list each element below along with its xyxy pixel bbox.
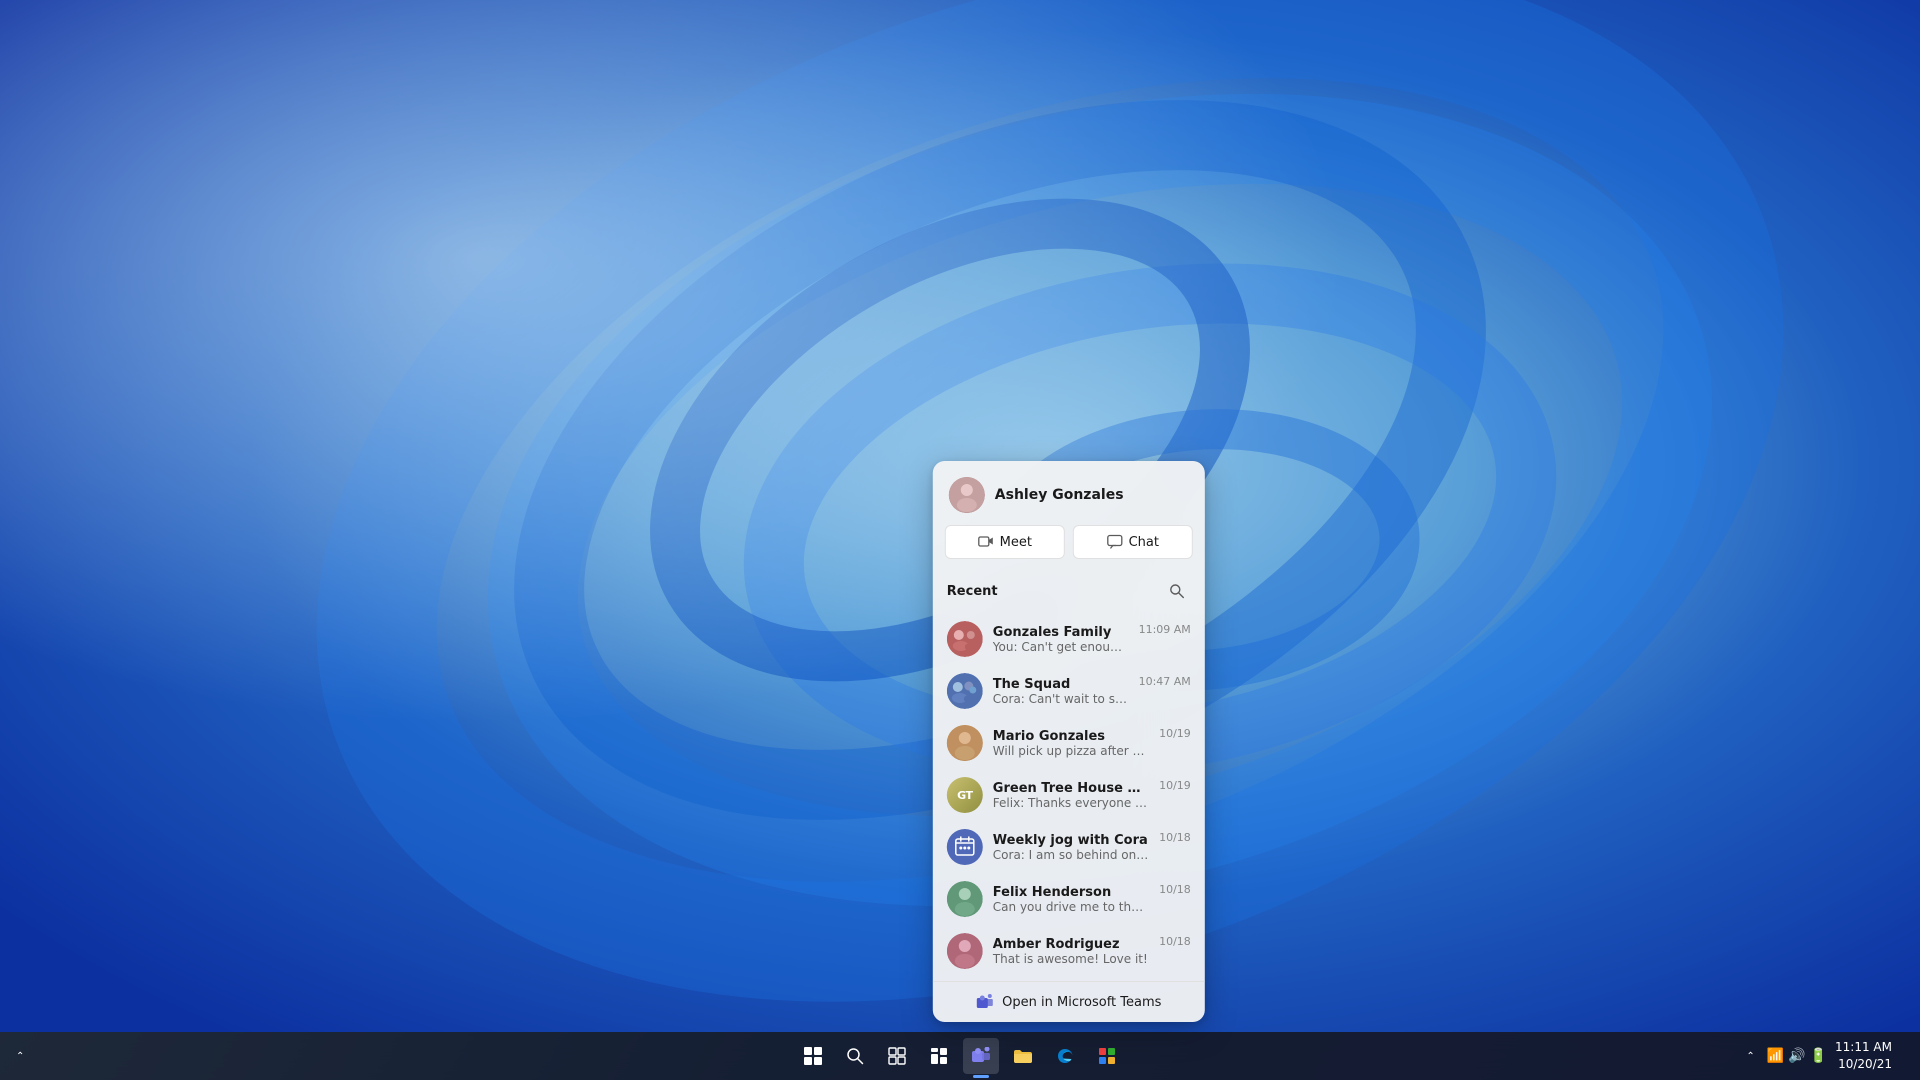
store-button[interactable] [1089,1038,1125,1074]
popup-header: Ashley Gonzales [933,461,1205,525]
chat-info: Weekly jog with Cora Cora: I am so behin… [993,833,1149,862]
chat-info: Mario Gonzales Will pick up pizza after … [993,729,1149,758]
chat-name: Weekly jog with Cora [993,833,1149,848]
chat-time: 10/18 [1159,935,1191,948]
avatar [947,725,983,761]
chat-info: Green Tree House PTA Felix: Thanks every… [993,781,1149,810]
taskbar-right: ⌃ 📶 🔊 🔋 11:11 AM 10/20/21 [1742,1039,1908,1073]
search-button[interactable] [1163,577,1191,605]
chat-name: Gonzales Family [993,625,1129,640]
popup-actions: Meet Chat [933,525,1205,573]
chat-time: 10/18 [1159,831,1191,844]
chat-icon [1107,534,1123,550]
task-view-icon [888,1047,906,1065]
chat-name: Felix Henderson [993,885,1149,900]
widgets-icon [930,1047,948,1065]
chat-time: 10/18 [1159,883,1191,896]
chat-preview: That is awesome! Love it! [993,952,1149,966]
username: Ashley Gonzales [995,487,1124,503]
avatar [949,477,985,513]
file-explorer-button[interactable] [1005,1038,1041,1074]
teams-icon [976,994,994,1010]
chat-name: Amber Rodriguez [993,937,1149,952]
avatar [947,829,983,865]
taskbar-left: ⌃ [12,1047,28,1066]
chat-popup: Ashley Gonzales Meet Chat Recent [933,461,1205,1022]
teams-chat-button[interactable] [963,1038,999,1074]
list-item[interactable]: Weekly jog with Cora Cora: I am so behin… [937,821,1201,873]
chat-name: Green Tree House PTA [993,781,1149,796]
meet-label: Meet [1000,535,1032,550]
recent-header: Recent [933,573,1205,613]
clock[interactable]: 11:11 AM 10/20/21 [1835,1039,1892,1073]
chat-info: Felix Henderson Can you drive me to the … [993,885,1149,914]
calendar-icon [954,836,976,858]
search-icon [1169,583,1185,599]
file-explorer-icon [1013,1047,1033,1065]
meet-icon [978,534,994,550]
chat-time: 10:47 AM [1139,675,1191,688]
battery-icon[interactable]: 🔋 [1810,1048,1827,1064]
chat-name: Mario Gonzales [993,729,1149,744]
chat-info: Gonzales Family You: Can't get enough of… [993,625,1129,654]
open-teams-label: Open in Microsoft Teams [1002,995,1161,1010]
list-item[interactable]: Gonzales Family You: Can't get enough of… [937,613,1201,665]
list-item[interactable]: Mario Gonzales Will pick up pizza after … [937,717,1201,769]
chat-preview: You: Can't get enough of her. [993,640,1129,654]
list-item[interactable]: Amber Rodriguez That is awesome! Love it… [937,925,1201,977]
chat-time: 10/19 [1159,779,1191,792]
chat-preview: Will pick up pizza after my practice. [993,744,1149,758]
chat-time: 11:09 AM [1139,623,1191,636]
chat-name: The Squad [993,677,1129,692]
search-taskbar-icon [846,1047,864,1065]
chat-list: Gonzales Family You: Can't get enough of… [933,613,1205,977]
windows-logo [804,1047,822,1065]
edge-button[interactable] [1047,1038,1083,1074]
chat-info: Amber Rodriguez That is awesome! Love it… [993,937,1149,966]
chat-preview: Cora: Can't wait to see everyone! [993,692,1129,706]
desktop: Ashley Gonzales Meet Chat Recent [0,0,1920,1080]
chat-preview: Felix: Thanks everyone for attending tod… [993,796,1149,810]
overflow-button[interactable]: ⌃ [12,1047,28,1066]
chat-button[interactable]: Chat [1073,525,1193,559]
task-view-button[interactable] [879,1038,915,1074]
avatar [947,621,983,657]
list-item[interactable]: Felix Henderson Can you drive me to the … [937,873,1201,925]
recent-label: Recent [947,584,998,599]
user-avatar-img [949,477,985,513]
system-icons: 📶 🔊 🔋 [1767,1048,1827,1064]
store-icon [1098,1047,1116,1065]
chat-label: Chat [1129,535,1159,550]
search-taskbar-button[interactable] [837,1038,873,1074]
clock-time: 11:11 AM [1835,1039,1892,1056]
avatar: GT [947,777,983,813]
avatar [947,881,983,917]
wifi-icon[interactable]: 📶 [1767,1048,1784,1064]
teams-taskbar-icon [971,1047,991,1065]
open-teams-button[interactable]: Open in Microsoft Teams [933,981,1205,1022]
widgets-button[interactable] [921,1038,957,1074]
taskbar: ⌃ [0,1032,1920,1080]
volume-icon[interactable]: 🔊 [1788,1048,1805,1064]
start-button[interactable] [795,1038,831,1074]
chat-preview: Cora: I am so behind on my step goals. [993,848,1149,862]
avatar [947,673,983,709]
edge-icon [1056,1047,1074,1065]
system-tray-expand[interactable]: ⌃ [1742,1047,1758,1066]
list-item[interactable]: The Squad Cora: Can't wait to see everyo… [937,665,1201,717]
clock-date: 10/20/21 [1835,1056,1892,1073]
taskbar-center [795,1038,1125,1074]
list-item[interactable]: GT Green Tree House PTA Felix: Thanks ev… [937,769,1201,821]
chat-time: 10/19 [1159,727,1191,740]
chat-preview: Can you drive me to the PTA today? [993,900,1149,914]
avatar [947,933,983,969]
chat-info: The Squad Cora: Can't wait to see everyo… [993,677,1129,706]
meet-button[interactable]: Meet [945,525,1065,559]
